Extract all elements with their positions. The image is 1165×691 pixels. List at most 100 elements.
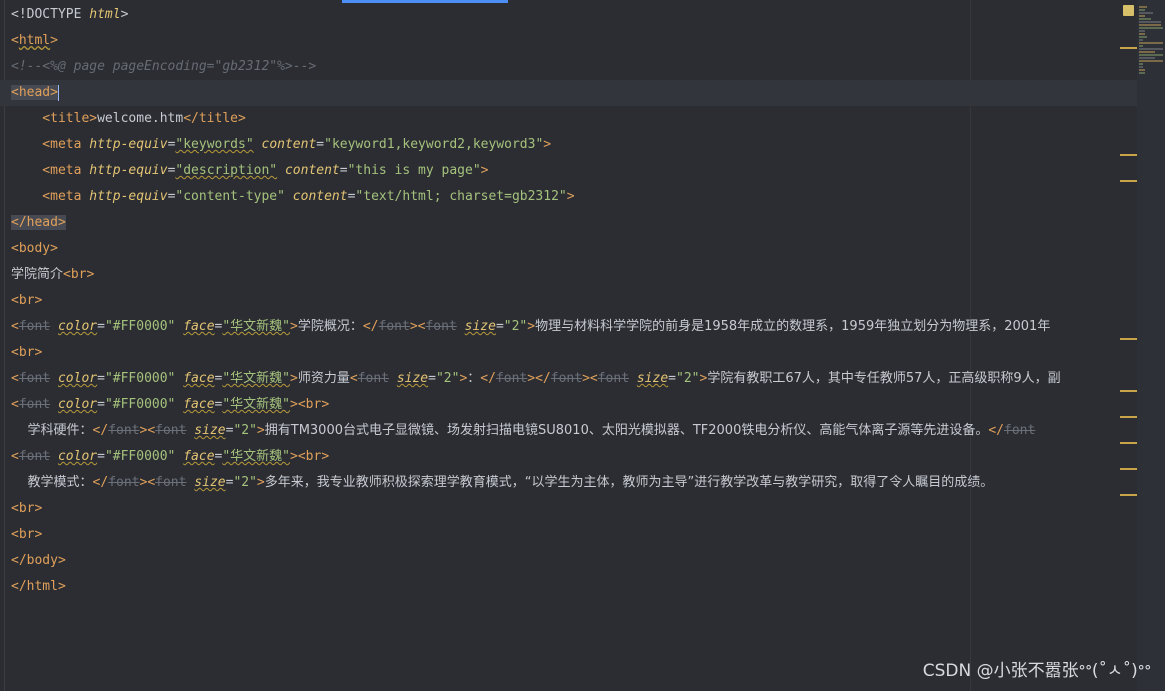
code-token: font: [550, 371, 583, 386]
code-token: <!DOCTYPE: [11, 7, 90, 22]
code-token: "description": [175, 163, 278, 178]
warning-marker[interactable]: [1120, 494, 1137, 496]
code-line[interactable]: <!--<%@ page pageEncoding="gb2312"%>-->: [0, 54, 1137, 80]
code-token: >: [256, 475, 265, 490]
code-line[interactable]: 学院简介<br>: [0, 262, 1137, 288]
code-token: br: [70, 267, 87, 282]
code-token: >: [290, 449, 298, 464]
code-token: font: [155, 423, 187, 438]
code-line[interactable]: <meta http-equiv="description" content="…: [0, 158, 1137, 184]
code-line[interactable]: <body>: [0, 236, 1137, 262]
code-token: face: [183, 449, 215, 464]
code-line[interactable]: <br>: [0, 522, 1137, 548]
code-token: </: [92, 423, 109, 438]
code-line[interactable]: <font color="#FF0000" face="华文新魏">学院概况：<…: [0, 314, 1137, 340]
code-token: face: [183, 371, 215, 386]
code-token: >: [321, 397, 330, 412]
code-token: >: [57, 553, 66, 568]
code-token: =: [97, 449, 105, 464]
code-token: <: [11, 319, 19, 334]
code-token: >: [409, 319, 418, 334]
code-line[interactable]: </html>: [0, 574, 1137, 600]
code-line[interactable]: <font color="#FF0000" face="华文新魏"><br>: [0, 392, 1137, 418]
code-token: size: [194, 475, 226, 490]
code-token: content: [292, 189, 348, 204]
code-token: meta: [50, 189, 90, 204]
code-token: font: [155, 475, 187, 490]
code-token: "keywords": [175, 137, 254, 152]
code-token: welcome.htm: [97, 111, 184, 126]
code-token: </head>: [11, 215, 66, 230]
minimap-line: [1139, 42, 1163, 44]
minimap-line: [1139, 18, 1151, 20]
code-line[interactable]: <html>: [0, 28, 1137, 54]
code-line[interactable]: <!DOCTYPE html>: [0, 2, 1137, 28]
warning-marker[interactable]: [1120, 416, 1137, 418]
code-token: <: [11, 345, 19, 360]
code-line[interactable]: <br>: [0, 340, 1137, 366]
minimap-line: [1139, 63, 1143, 65]
code-token: =: [97, 397, 105, 412]
warning-marker[interactable]: [1120, 338, 1137, 340]
warning-marker[interactable]: [1120, 442, 1137, 444]
code-token: >: [566, 189, 575, 204]
code-token: "#FF0000": [104, 449, 176, 464]
minimap-line: [1139, 6, 1147, 8]
code-token: size: [396, 371, 429, 386]
code-token: >: [290, 397, 298, 412]
code-line[interactable]: <font color="#FF0000" face="华文新魏">师资力量<f…: [0, 366, 1137, 392]
code-line[interactable]: </head>: [0, 210, 1137, 236]
minimap-line: [1139, 72, 1145, 74]
code-token: <: [11, 163, 51, 178]
code-line[interactable]: <title>welcome.htm</title>: [0, 106, 1137, 132]
inspection-status-icon[interactable]: [1123, 5, 1134, 16]
code-line[interactable]: <font color="#FF0000" face="华文新魏"><br>: [0, 444, 1137, 470]
code-token: font: [1004, 423, 1036, 438]
code-token: font: [425, 319, 457, 334]
code-line[interactable]: <head>: [0, 80, 1137, 106]
code-token: =: [97, 319, 105, 334]
code-token: >: [527, 371, 536, 386]
warning-marker[interactable]: [1120, 180, 1137, 182]
warning-marker[interactable]: [1120, 390, 1137, 392]
code-line[interactable]: <br>: [0, 288, 1137, 314]
code-token: =: [97, 371, 105, 386]
minimap-line: [1139, 57, 1155, 59]
code-token: font: [108, 423, 140, 438]
minimap-line: [1139, 48, 1163, 50]
code-line[interactable]: <br>: [0, 496, 1137, 522]
warning-marker[interactable]: [1120, 47, 1137, 49]
code-line[interactable]: </body>: [0, 548, 1137, 574]
code-token: "华文新魏": [222, 371, 291, 386]
warning-marker[interactable]: [1120, 468, 1137, 470]
minimap-line: [1139, 36, 1147, 38]
code-line[interactable]: <meta http-equiv="keywords" content="key…: [0, 132, 1137, 158]
code-token: "2": [233, 423, 257, 438]
code-token: size: [194, 423, 226, 438]
code-token: </: [535, 371, 551, 386]
code-editor[interactable]: <!DOCTYPE html> <html> <!--<%@ page pageEn…: [0, 2, 1137, 691]
minimap[interactable]: [1137, 0, 1165, 691]
code-token: >: [34, 501, 43, 516]
minimap-line: [1139, 66, 1143, 68]
code-token: 学院简介: [11, 267, 64, 282]
code-token: content: [284, 163, 340, 178]
code-token: <: [11, 241, 19, 256]
code-token: >: [89, 111, 98, 126]
code-line[interactable]: 教学模式：</font><font size="2">多年来，我专业教师积极探索…: [0, 470, 1137, 496]
code-token: br: [18, 293, 35, 308]
code-token: "#FF0000": [104, 371, 176, 386]
code-token: </: [988, 423, 1005, 438]
warning-marker[interactable]: [1120, 154, 1137, 156]
code-line[interactable]: 学科硬件：</font><font size="2">拥有TM3000台式电子显…: [0, 418, 1137, 444]
code-line[interactable]: <meta http-equiv="content-type" content=…: [0, 184, 1137, 210]
code-token: html: [26, 579, 58, 594]
code-token: "this is my page": [347, 163, 481, 178]
code-token: <: [297, 449, 306, 464]
code-token: body: [26, 553, 58, 568]
